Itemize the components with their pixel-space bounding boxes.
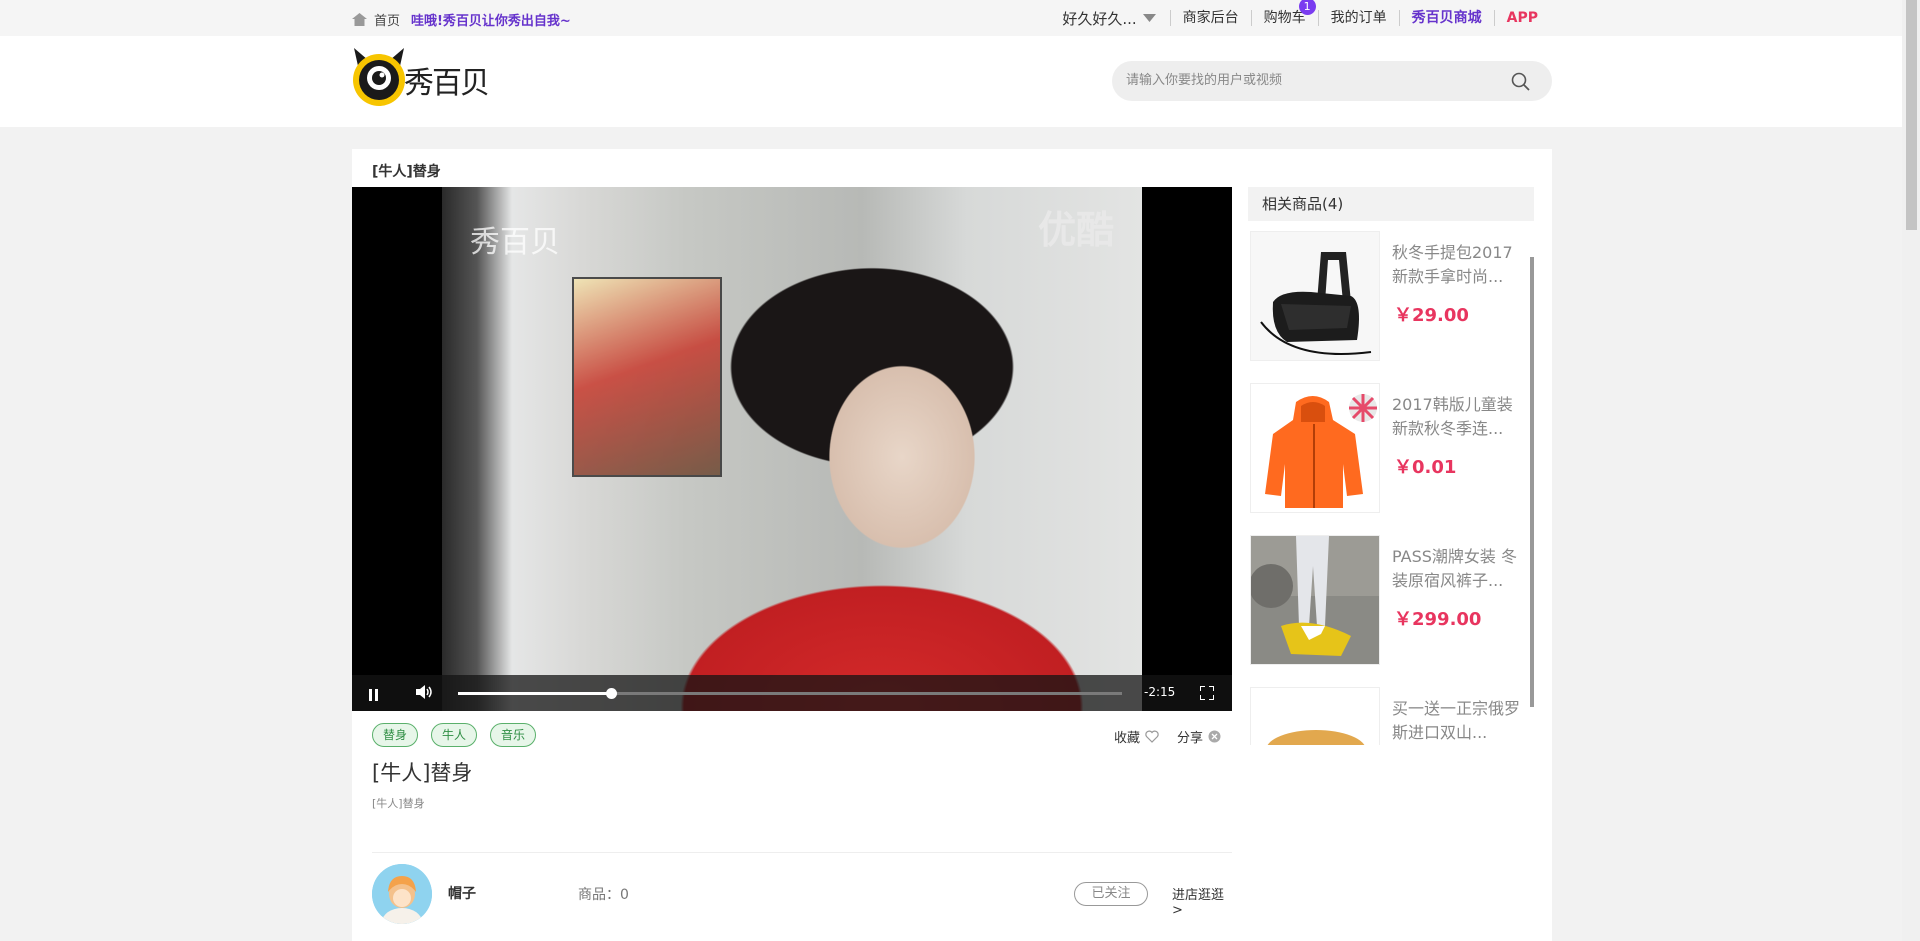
tag[interactable]: 音乐 — [490, 723, 537, 747]
product-image — [1250, 687, 1380, 745]
top-bar: 首页 哇哦!秀百贝让你秀出自我~ 好久好久... 商家后台 购物车 1 我的订单… — [0, 0, 1902, 36]
fullscreen-button[interactable] — [1199, 685, 1215, 704]
home-icon — [352, 13, 367, 26]
main-card: [牛人]替身 秀百贝 优酷 -2:15 替身 牛人 音乐 收藏 分享 [牛人]替… — [352, 149, 1552, 941]
search-box — [1112, 61, 1552, 101]
visit-shop-link[interactable]: 进店逛逛> — [1172, 884, 1232, 918]
home-link[interactable]: 首页 — [352, 10, 400, 29]
merchant-link[interactable]: 商家后台 — [1169, 10, 1251, 26]
product-name: 2017韩版儿童装新款秋冬季连... — [1392, 395, 1513, 438]
follow-button[interactable]: 已关注 — [1074, 882, 1148, 906]
heart-icon — [1145, 730, 1159, 743]
logo-text: 秀百贝 — [404, 66, 490, 101]
jacket-image — [1251, 384, 1379, 512]
top-nav: 好久好久... 商家后台 购物车 1 我的订单 秀百贝商城 APP — [1062, 0, 1550, 36]
logo[interactable]: 秀百贝 — [350, 46, 490, 106]
username: 好久好久... — [1062, 9, 1137, 28]
favorite-label: 收藏 — [1114, 731, 1141, 746]
progress-handle[interactable] — [605, 688, 617, 699]
product-item[interactable]: 秋冬手提包2017新款手拿时尚... ￥29.00 — [1248, 221, 1528, 361]
product-name: PASS潮牌女装 冬装原宿风裤子... — [1392, 547, 1517, 590]
pause-button[interactable] — [369, 686, 379, 705]
logo-mascot-icon — [353, 48, 405, 106]
share-label: 分享 — [1177, 731, 1204, 746]
breadcrumb: [牛人]替身 — [372, 164, 441, 180]
video-controls: -2:15 — [352, 675, 1232, 711]
video-frame: 秀百贝 优酷 — [442, 187, 1142, 711]
cart-badge: 1 — [1298, 0, 1316, 15]
product-price: ￥29.00 — [1394, 305, 1469, 326]
avatar-person-icon — [372, 864, 432, 924]
favorite-button[interactable]: 收藏 — [1114, 727, 1159, 746]
avatar[interactable] — [372, 864, 432, 924]
progress-track[interactable] — [458, 688, 1122, 699]
time-remaining: -2:15 — [1144, 685, 1176, 699]
product-name: 买一送一正宗俄罗斯进口双山... — [1392, 699, 1521, 742]
background-poster — [572, 277, 722, 477]
bread-image — [1251, 688, 1379, 745]
product-name: 秋冬手提包2017新款手拿时尚... — [1392, 243, 1513, 286]
tag-list: 替身 牛人 音乐 — [372, 723, 537, 747]
tag[interactable]: 牛人 — [431, 723, 478, 747]
page-scrollbar[interactable] — [1902, 0, 1920, 941]
video-watermark-left: 秀百贝 — [470, 225, 560, 260]
related-list: 秋冬手提包2017新款手拿时尚... ￥29.00 2017韩版儿童装新款秋冬季… — [1248, 221, 1534, 745]
user-menu[interactable]: 好久好久... — [1062, 8, 1169, 29]
author-section: 帽子 商品：0 已关注 进店逛逛> — [372, 864, 1232, 924]
product-item[interactable]: 买一送一正宗俄罗斯进口双山... — [1248, 677, 1528, 745]
header: 秀百贝 — [0, 36, 1902, 127]
search-input[interactable] — [1126, 72, 1486, 87]
video-watermark-right: 优酷 — [1037, 207, 1114, 252]
share-button[interactable]: 分享 — [1177, 727, 1221, 746]
author-name[interactable]: 帽子 — [448, 883, 476, 903]
product-item[interactable]: PASS潮牌女装 冬装原宿风裤子... ￥299.00 — [1248, 525, 1528, 665]
share-icon — [1208, 730, 1221, 743]
product-price: ￥0.01 — [1394, 457, 1457, 478]
volume-icon — [416, 685, 432, 699]
mall-link[interactable]: 秀百贝商城 — [1398, 10, 1494, 26]
search-button[interactable] — [1511, 72, 1530, 95]
cart-link[interactable]: 购物车 1 — [1250, 0, 1318, 26]
slogan: 哇哦!秀百贝让你秀出自我~ — [411, 14, 571, 29]
video-actions: 收藏 分享 — [1114, 727, 1221, 746]
product-item[interactable]: 2017韩版儿童装新款秋冬季连... ￥0.01 — [1248, 373, 1528, 513]
tag[interactable]: 替身 — [372, 723, 419, 747]
author-goods-count: 商品：0 — [578, 887, 629, 903]
divider — [372, 852, 1232, 853]
product-price: ￥299.00 — [1394, 609, 1482, 630]
app-link[interactable]: APP — [1493, 10, 1550, 26]
orders-link[interactable]: 我的订单 — [1317, 10, 1399, 26]
product-image — [1250, 383, 1380, 513]
fullscreen-icon — [1199, 685, 1215, 701]
product-image — [1250, 535, 1380, 665]
related-scrollbar[interactable] — [1530, 257, 1534, 707]
handbag-image — [1251, 232, 1379, 360]
pants-image — [1251, 536, 1379, 664]
related-products: 相关商品(4) 秋冬手提包2017新款手拿时尚... ￥29.00 2017韩版… — [1248, 187, 1534, 747]
pause-icon — [369, 689, 378, 701]
product-image — [1250, 231, 1380, 361]
chevron-down-icon — [1142, 14, 1156, 22]
search-icon — [1511, 72, 1530, 91]
home-label: 首页 — [374, 14, 401, 29]
cart-label: 购物车 — [1263, 10, 1306, 26]
related-heading: 相关商品(4) — [1248, 187, 1534, 221]
progress-fill — [458, 692, 611, 695]
video-player[interactable]: 秀百贝 优酷 -2:15 — [352, 187, 1232, 711]
video-description: [牛人]替身 — [372, 797, 425, 810]
video-title: [牛人]替身 — [372, 761, 473, 785]
page-scrollbar-thumb[interactable] — [1906, 0, 1917, 230]
volume-button[interactable] — [416, 684, 434, 704]
